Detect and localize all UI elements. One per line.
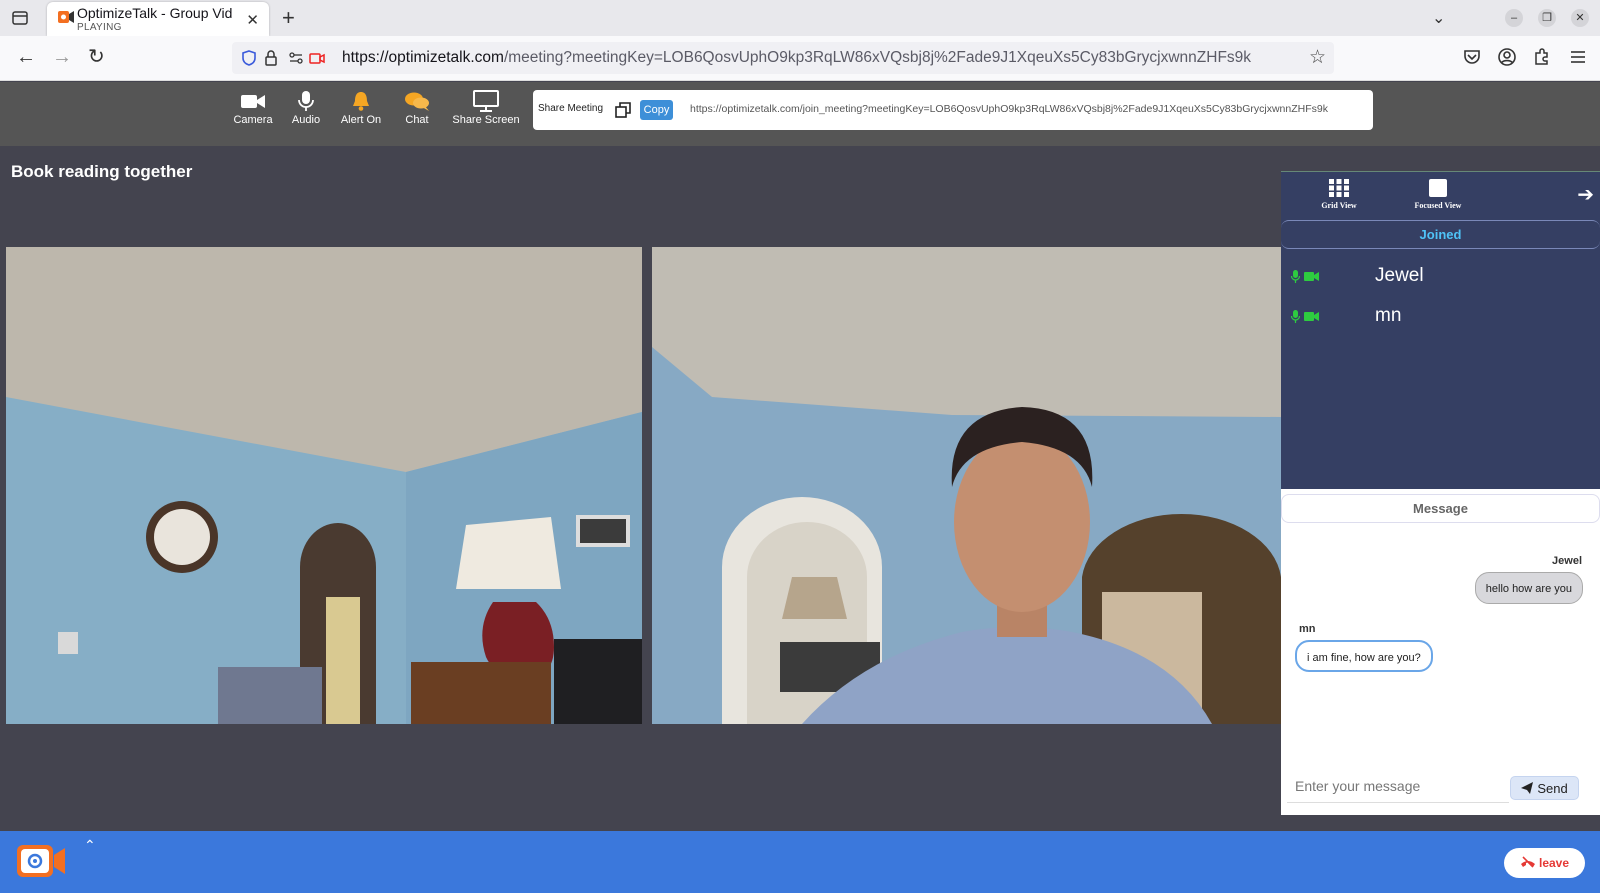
camera-button[interactable]: Camera xyxy=(233,90,273,126)
share-screen-button[interactable]: Share Screen xyxy=(451,90,521,126)
grid-view-label: Grid View xyxy=(1321,201,1357,210)
minimize-icon[interactable]: – xyxy=(1505,9,1523,27)
bottom-bar: ⌃ leave xyxy=(0,831,1600,893)
participant-name: Jewel xyxy=(1375,265,1424,286)
microphone-icon xyxy=(298,91,314,111)
participant-status-icons xyxy=(1291,270,1319,283)
participant-row: mn xyxy=(1281,302,1600,332)
arrow-right-icon[interactable]: ➔ xyxy=(1577,182,1594,207)
meeting-title: Book reading together xyxy=(11,162,193,181)
camera-label: Camera xyxy=(233,114,273,126)
video-tile-mn[interactable] xyxy=(652,247,1281,724)
focused-view-button[interactable]: Focused View xyxy=(1403,178,1473,210)
browser-nav-bar: ← → ↻ https://optimizetalk.com/meeting?m… xyxy=(0,36,1600,81)
chat-icon xyxy=(405,92,429,111)
pocket-icon[interactable] xyxy=(1462,47,1482,67)
plus-icon[interactable]: + xyxy=(282,5,295,31)
account-icon[interactable] xyxy=(1497,47,1517,67)
shield-icon[interactable] xyxy=(240,49,258,67)
permissions-icon[interactable] xyxy=(287,49,305,67)
window-close-icon[interactable]: ✕ xyxy=(1571,9,1589,27)
joined-header: Joined xyxy=(1281,220,1600,249)
participant-name: mn xyxy=(1375,305,1402,326)
alert-label: Alert On xyxy=(340,114,382,126)
grid-view-button[interactable]: Grid View xyxy=(1311,178,1367,210)
url-host: https://optimizetalk.com xyxy=(342,49,504,66)
message-sender: Jewel xyxy=(1552,555,1582,567)
paper-plane-icon xyxy=(1521,781,1534,794)
share-meeting-box: Share Meeting Copy https://optimizetalk.… xyxy=(533,90,1373,130)
leave-button[interactable]: leave xyxy=(1504,848,1585,878)
participants-panel: Grid View Focused View ➔ Joined Jewel mn xyxy=(1281,171,1600,489)
star-icon[interactable]: ☆ xyxy=(1309,46,1326,69)
lock-icon[interactable] xyxy=(262,49,280,67)
restore-icon[interactable]: ❐ xyxy=(1538,9,1556,27)
back-icon[interactable]: ← xyxy=(16,46,36,68)
audio-button[interactable]: Audio xyxy=(289,90,323,126)
participant-row: Jewel xyxy=(1281,262,1600,292)
side-panel: Grid View Focused View ➔ Joined Jewel mn… xyxy=(1281,171,1600,815)
camera-blocked-icon[interactable] xyxy=(308,49,326,67)
chat-label: Chat xyxy=(405,114,429,126)
optimizetalk-favicon xyxy=(58,11,74,23)
chat-button[interactable]: Chat xyxy=(402,90,432,126)
forward-icon[interactable]: → xyxy=(52,46,72,68)
participant-status-icons xyxy=(1291,310,1319,323)
meeting-toolbar: Camera Audio Alert On Chat Share Screen xyxy=(0,82,1600,146)
leave-label: leave xyxy=(1538,856,1570,870)
video-settings-icon[interactable] xyxy=(16,843,66,879)
url-path: /meeting?meetingKey=LOB6QosvUphO9kp3RqLW… xyxy=(503,49,1252,66)
caret-up-icon[interactable]: ⌃ xyxy=(84,837,96,854)
message-input[interactable] xyxy=(1287,769,1509,803)
focused-square-icon xyxy=(1429,179,1447,197)
camera-icon xyxy=(241,95,265,108)
copy-button[interactable]: Copy xyxy=(640,100,673,120)
copy-icon[interactable] xyxy=(615,102,631,118)
share-meeting-label: Share Meeting xyxy=(538,103,604,114)
monitor-icon xyxy=(473,90,499,112)
message-sender: mn xyxy=(1299,623,1316,635)
browser-tab-bar: OptimizeTalk - Group Vid PLAYING ✕ + ⌄ –… xyxy=(0,0,1600,36)
video-feed-person xyxy=(652,247,1281,724)
alert-button[interactable]: Alert On xyxy=(338,90,384,126)
focused-view-label: Focused View xyxy=(1414,201,1462,210)
hang-up-icon xyxy=(1520,856,1535,868)
send-button[interactable]: Send xyxy=(1510,776,1579,800)
chevron-down-icon[interactable]: ⌄ xyxy=(1432,8,1445,28)
url-text[interactable]: https://optimizetalk.com/meeting?meeting… xyxy=(342,49,1251,67)
share-screen-label: Share Screen xyxy=(452,114,520,126)
share-meeting-url[interactable]: https://optimizetalk.com/join_meeting?me… xyxy=(690,103,1328,115)
video-tile-jewel[interactable] xyxy=(6,247,642,724)
extensions-icon[interactable] xyxy=(1532,47,1552,67)
tab-playing-label: PLAYING xyxy=(77,22,122,33)
video-feed-room xyxy=(6,247,642,724)
message-bubble: i am fine, how are you? xyxy=(1295,640,1433,672)
message-bubble: hello how are you xyxy=(1474,572,1583,604)
menu-icon[interactable] xyxy=(1568,47,1588,67)
grid-icon xyxy=(1329,179,1349,197)
send-label: Send xyxy=(1537,780,1568,796)
tab-list-icon[interactable] xyxy=(10,8,30,28)
audio-label: Audio xyxy=(291,114,321,126)
bell-icon xyxy=(353,92,369,111)
browser-tab[interactable]: OptimizeTalk - Group Vid PLAYING ✕ xyxy=(47,2,269,36)
close-icon[interactable]: ✕ xyxy=(246,11,259,29)
tab-title: OptimizeTalk - Group Vid xyxy=(77,5,233,21)
chat-panel: Message Jewel hello how are you mn i am … xyxy=(1281,489,1600,815)
url-bar[interactable]: https://optimizetalk.com/meeting?meeting… xyxy=(232,42,1334,74)
message-header: Message xyxy=(1281,494,1600,523)
reload-icon[interactable]: ↻ xyxy=(88,46,105,68)
